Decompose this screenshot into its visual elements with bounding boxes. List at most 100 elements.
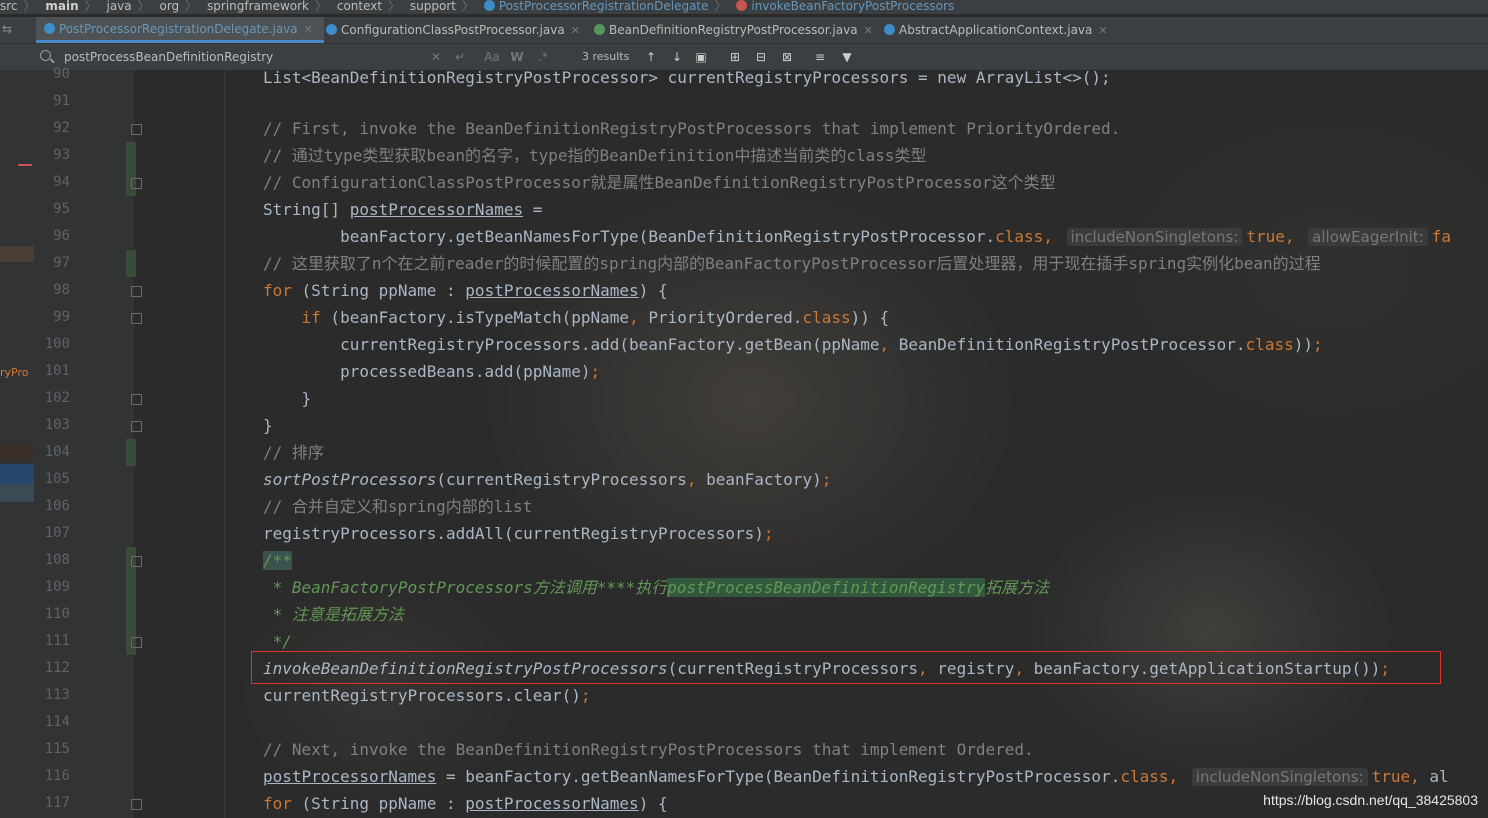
- breadcrumb-item-java[interactable]: java: [106, 0, 131, 12]
- line-number: 96: [53, 228, 70, 244]
- code-line-96: beanFactory.getBeanNamesForType(BeanDefi…: [263, 227, 1452, 246]
- code-line-103: }: [263, 416, 273, 435]
- line-number: 100: [44, 336, 70, 352]
- code-line-98: for (String ppName : postProcessorNames)…: [263, 281, 668, 300]
- line-number: 92: [53, 120, 70, 136]
- tab-abstract-application-context[interactable]: AbstractApplicationContext.java ✕: [876, 17, 1124, 43]
- search-input[interactable]: [64, 49, 424, 65]
- line-number: 111: [44, 633, 70, 649]
- code-line-94: // ConfigurationClassPostProcessor就是属性Be…: [263, 173, 1056, 192]
- code-line-101: processedBeans.add(ppName);: [263, 362, 601, 381]
- class-icon: [483, 0, 495, 11]
- parameter-hint: includeNonSingletons:: [1191, 768, 1368, 786]
- tab-bean-definition-registry-post-processor[interactable]: BeanDefinitionRegistryPostProcessor.java…: [586, 17, 884, 43]
- breadcrumb-item-method[interactable]: invokeBeanFactoryPostProcessors: [751, 0, 954, 12]
- code-line-100: currentRegistryProcessors.add(beanFactor…: [263, 335, 1323, 354]
- breadcrumb-item-springframework[interactable]: springframework: [207, 0, 309, 12]
- tab-postprocessor-registration-delegate[interactable]: PostProcessorRegistrationDelegate.java ✕: [36, 17, 324, 43]
- line-number: 106: [44, 498, 70, 514]
- line-number: 98: [53, 282, 70, 298]
- line-number: 103: [44, 417, 70, 433]
- line-number: 99: [53, 309, 70, 325]
- code-line-99: if (beanFactory.isTypeMatch(ppName, Prio…: [263, 308, 890, 327]
- line-number: 104: [44, 444, 70, 460]
- code-line-105: sortPostProcessors(currentRegistryProces…: [263, 470, 832, 489]
- line-number: 116: [44, 768, 70, 784]
- line-number: 117: [44, 795, 70, 811]
- code-line-109: * BeanFactoryPostProcessors方法调用****执行pos…: [263, 578, 1050, 597]
- line-number: 108: [44, 552, 70, 568]
- code-line-97: // 这里获取了n个在之前reader的时候配置的spring内部的BeanFa…: [263, 254, 1321, 273]
- vcs-change-marker[interactable]: [126, 574, 136, 601]
- breadcrumb-item-main[interactable]: main: [45, 0, 78, 12]
- tab-label: AbstractApplicationContext.java: [899, 23, 1093, 37]
- tab-label: BeanDefinitionRegistryPostProcessor.java: [609, 23, 858, 37]
- vcs-change-marker[interactable]: [126, 601, 136, 628]
- code-line-110: * 注意是拓展方法: [263, 605, 404, 624]
- close-icon[interactable]: ✕: [864, 24, 873, 37]
- code-line-106: // 合并自定义和spring内部的list: [263, 497, 533, 516]
- line-number: 93: [53, 147, 70, 163]
- interface-icon: [594, 24, 605, 35]
- tab-label: PostProcessorRegistrationDelegate.java: [59, 22, 298, 36]
- code-line-102: }: [263, 389, 312, 408]
- close-icon[interactable]: ✕: [1098, 24, 1107, 37]
- breadcrumb-item-support[interactable]: support: [410, 0, 456, 12]
- search-icon[interactable]: [40, 50, 51, 61]
- line-number: 90: [53, 66, 70, 82]
- line-number: 97: [53, 255, 70, 271]
- search-match-highlight: postProcessBeanDefinitionRegistry: [667, 578, 986, 597]
- line-number: 107: [44, 525, 70, 541]
- line-number: 95: [53, 201, 70, 217]
- marker-strip: [0, 246, 34, 262]
- line-number: 113: [44, 687, 70, 703]
- breadcrumb-item-src[interactable]: src: [0, 0, 18, 12]
- line-number: 112: [44, 660, 70, 676]
- highlight-annotation-box: [251, 651, 1441, 684]
- class-icon: [326, 24, 337, 35]
- tab-configuration-class-post-processor[interactable]: ConfigurationClassPostProcessor.java ✕: [318, 17, 584, 43]
- close-icon[interactable]: ✕: [571, 24, 580, 37]
- class-icon: [44, 23, 55, 34]
- line-number: 109: [44, 579, 70, 595]
- line-number: 91: [53, 93, 70, 109]
- breadcrumb-item-context[interactable]: context: [337, 0, 382, 12]
- line-number: 94: [53, 174, 70, 190]
- code-line-107: registryProcessors.addAll(currentRegistr…: [263, 524, 774, 543]
- search-results-count: 3 results: [582, 50, 630, 63]
- code-line-108: /**: [263, 551, 292, 570]
- vcs-change-marker[interactable]: [126, 250, 136, 277]
- line-number: 102: [44, 390, 70, 406]
- code-line-116: postProcessorNames = beanFactory.getBean…: [263, 767, 1449, 786]
- watermark: https://blog.csdn.net/qq_38425803: [1263, 792, 1478, 808]
- code-line-113: currentRegistryProcessors.clear();: [263, 686, 591, 705]
- line-number: 110: [44, 606, 70, 622]
- code-line-115: // Next, invoke the BeanDefinitionRegist…: [263, 740, 1034, 759]
- left-gutter: [0, 70, 34, 818]
- code-editor[interactable]: List<BeanDefinitionRegistryPostProcessor…: [140, 68, 1488, 818]
- method-icon: [736, 0, 748, 11]
- tab-label: ConfigurationClassPostProcessor.java: [341, 23, 565, 37]
- parameter-hint: allowEagerInit:: [1308, 228, 1428, 246]
- line-number-gutter: 90 91 92 93 94 95 96 97 98 99 100 101 102 103 104 105 10…: [34, 66, 142, 818]
- close-icon[interactable]: ✕: [304, 23, 313, 36]
- code-line-117: for (String ppName : postProcessorNames)…: [263, 794, 668, 813]
- code-line-95: String[] postProcessorNames =: [263, 200, 543, 219]
- vcs-change-marker[interactable]: [126, 142, 136, 169]
- editor-tab-bar: ⇆ PostProcessorRegistrationDelegate.java…: [0, 17, 1488, 44]
- breadcrumb: src 〉 main 〉 java 〉 org 〉 springframework 〉 c…: [0, 0, 1488, 14]
- code-line-93: // 通过type类型获取bean的名字，type指的BeanDefinitio…: [263, 146, 927, 165]
- vcs-change-marker[interactable]: [126, 439, 136, 466]
- code-line-90: List<BeanDefinitionRegistryPostProcessor…: [263, 68, 1111, 87]
- marker-strip: [0, 484, 34, 502]
- parameter-hint: includeNonSingletons:: [1066, 228, 1243, 246]
- gutter-side-label: ryPro: [0, 366, 29, 379]
- line-number: 114: [44, 714, 70, 730]
- error-marker: [18, 164, 32, 166]
- code-line-104: // 排序: [263, 443, 324, 462]
- marker-strip: [0, 444, 34, 460]
- tab-list-chevron-icon[interactable]: ⇆: [2, 22, 12, 36]
- class-icon: [884, 24, 895, 35]
- breadcrumb-item-org[interactable]: org: [159, 0, 179, 12]
- breadcrumb-item-class[interactable]: PostProcessorRegistrationDelegate: [499, 0, 709, 12]
